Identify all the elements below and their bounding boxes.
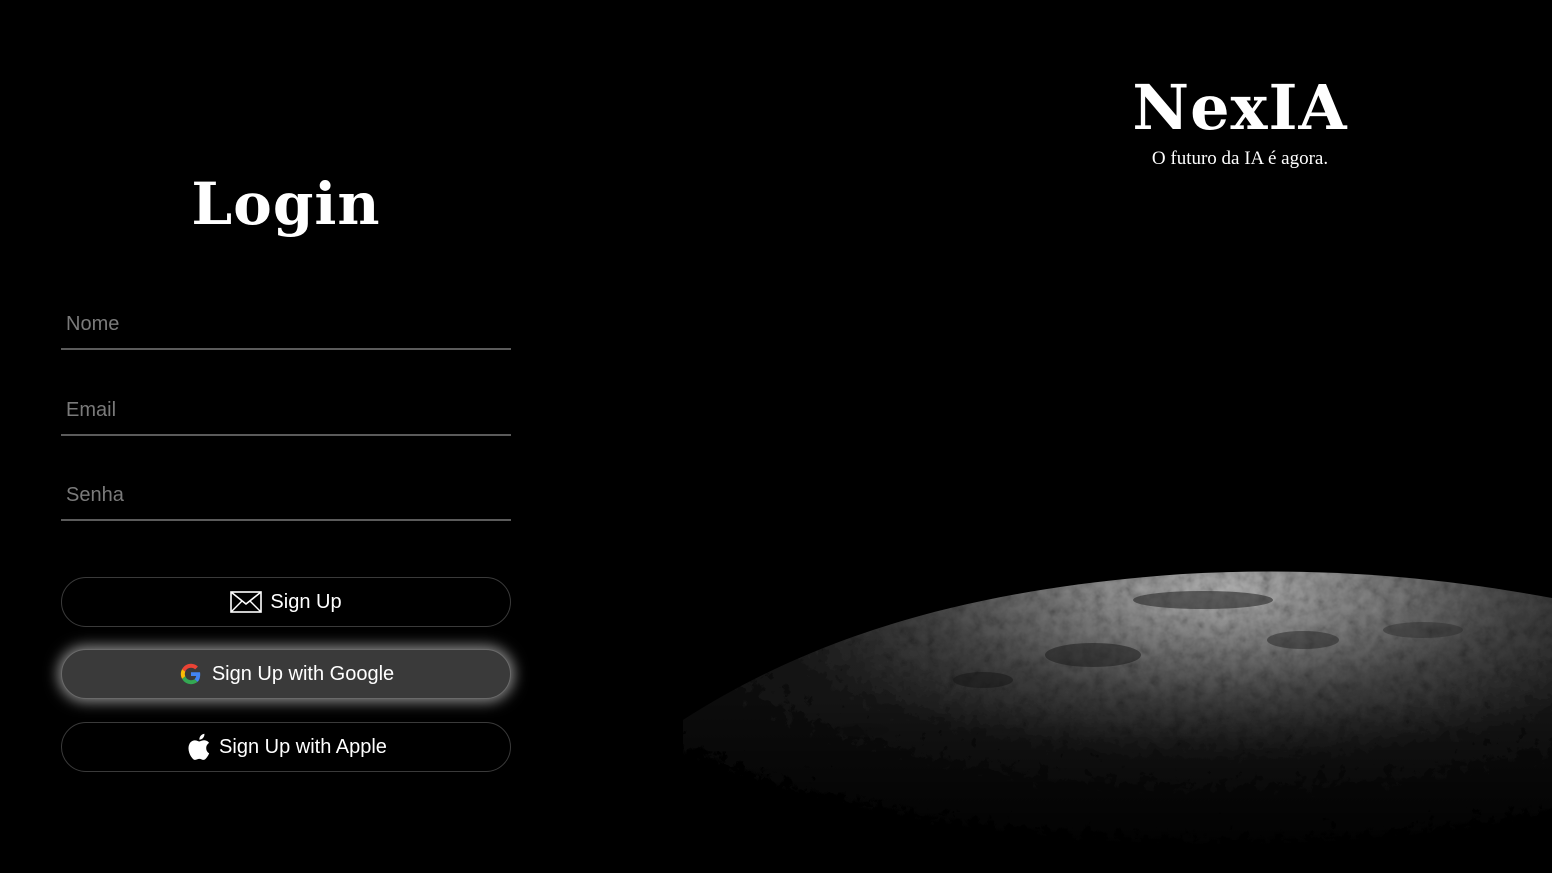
brand-tagline: O futuro da IA é agora.: [1151, 148, 1329, 169]
nome-input[interactable]: [61, 300, 511, 348]
sign-up-apple-label: Sign Up with Apple: [219, 735, 387, 758]
sign-up-label: Sign Up: [270, 590, 342, 613]
login-panel: Login Sign Up Sign: [0, 0, 572, 873]
senha-field-wrapper: [61, 471, 511, 521]
sign-up-apple-button[interactable]: Sign Up with Apple: [61, 722, 511, 772]
nome-field-wrapper: [61, 300, 511, 350]
sign-up-button[interactable]: Sign Up: [61, 577, 511, 627]
senha-input[interactable]: [61, 471, 511, 519]
google-icon: [178, 661, 204, 687]
moon-surface-image: [683, 560, 1552, 873]
email-input[interactable]: [61, 386, 511, 434]
brand-block: NexIA O futuro da IA é agora.: [1090, 70, 1390, 170]
email-field-wrapper: [61, 386, 511, 436]
apple-icon: [185, 732, 211, 762]
envelope-icon: [230, 591, 263, 613]
sign-up-google-button[interactable]: Sign Up with Google: [61, 649, 511, 699]
login-title: Login: [191, 170, 381, 238]
brand-logo-name: NexIA: [1132, 71, 1348, 144]
sign-up-google-label: Sign Up with Google: [211, 662, 395, 685]
